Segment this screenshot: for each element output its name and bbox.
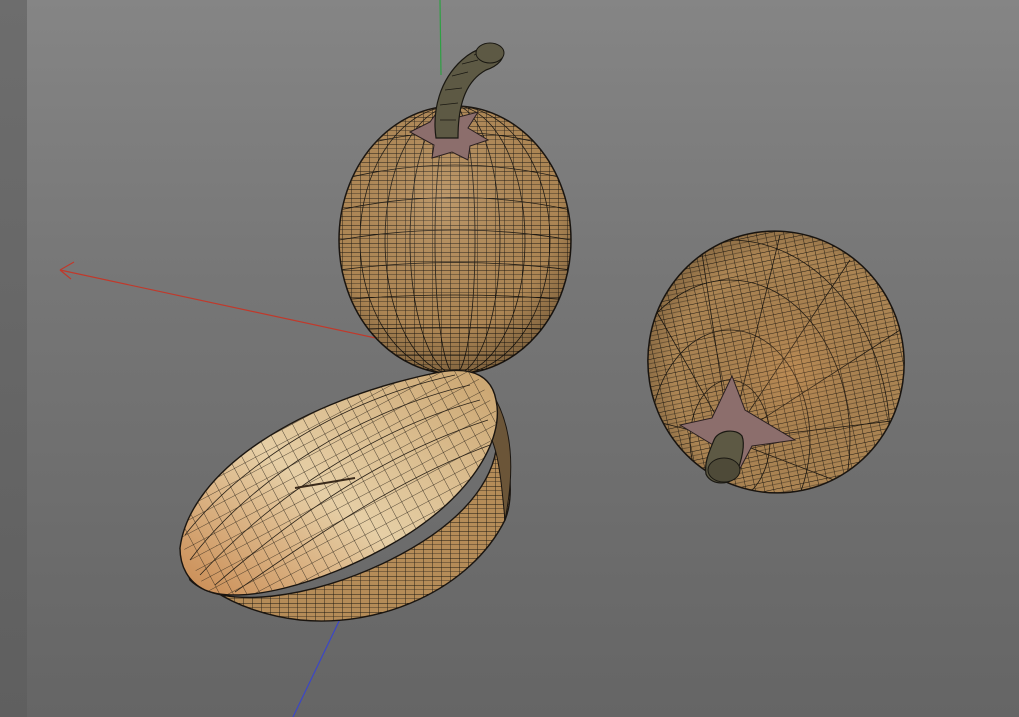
fruit-whole-stem-side[interactable] [570,207,928,640]
viewport-canvas[interactable] [27,0,1019,717]
app-window [0,0,1019,717]
fruit-whole-stem-up[interactable] [338,42,572,375]
axis-y-line [439,0,442,76]
left-toolbar-strip[interactable] [0,0,28,717]
axis-z-line [292,614,343,717]
3d-viewport[interactable] [27,0,1019,717]
axis-x-line [59,269,386,341]
